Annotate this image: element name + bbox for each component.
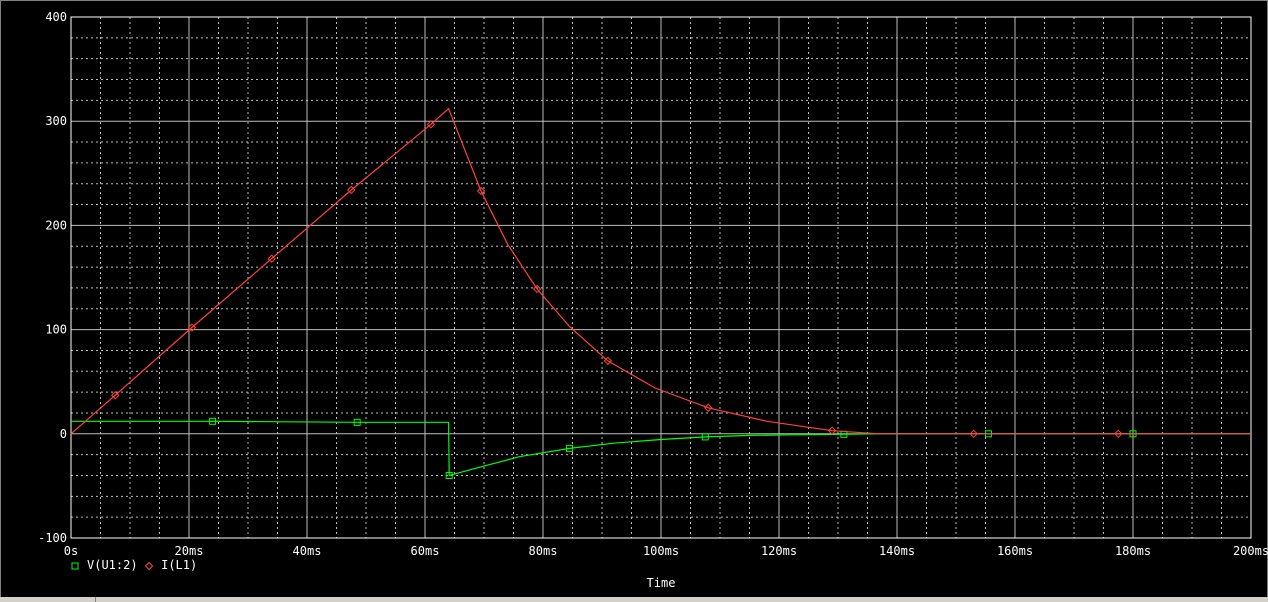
legend-label[interactable]: V(U1:2): [87, 558, 138, 572]
chart[interactable]: -100 0 100 200 300 400 0s 20ms 40ms 60ms 80ms 100m…: [0, 0, 1268, 602]
legend-label[interactable]: I(L1): [161, 558, 197, 572]
legend-square-icon: [71, 562, 79, 570]
x-tick-label: 200ms: [1233, 544, 1268, 558]
legend-diamond-icon: [144, 561, 154, 571]
y-tick-label: 400: [45, 10, 67, 24]
x-tick-label: 20ms: [175, 544, 204, 558]
y-tick-label: 200: [45, 218, 67, 232]
status-strip-divider: [95, 597, 96, 602]
x-tick-label: 140ms: [879, 544, 915, 558]
y-tick-label: 300: [45, 114, 67, 128]
y-tick-label: 0: [60, 427, 67, 441]
grid: [71, 17, 1251, 538]
x-tick-label: 120ms: [761, 544, 797, 558]
x-tick-label: 180ms: [1115, 544, 1151, 558]
x-tick-label: 40ms: [293, 544, 322, 558]
x-tick-label: 0s: [64, 544, 78, 558]
x-tick-label: 80ms: [529, 544, 558, 558]
y-axis-ticks: -100 0 100 200 300 400: [38, 10, 67, 545]
y-tick-label: 100: [45, 323, 67, 337]
plot-window: -100 0 100 200 300 400 0s 20ms 40ms 60ms 80ms 100m…: [0, 0, 1268, 602]
status-strip: [0, 597, 1268, 602]
x-tick-label: 100ms: [643, 544, 679, 558]
y-tick-label: -100: [38, 531, 67, 545]
x-axis-ticks: 0s 20ms 40ms 60ms 80ms 100ms 120ms 140ms 160ms 18…: [64, 544, 1268, 558]
x-tick-label: 60ms: [411, 544, 440, 558]
x-tick-label: 160ms: [997, 544, 1033, 558]
x-axis-label: Time: [647, 576, 676, 590]
legend[interactable]: V(U1:2) I(L1): [71, 558, 197, 572]
